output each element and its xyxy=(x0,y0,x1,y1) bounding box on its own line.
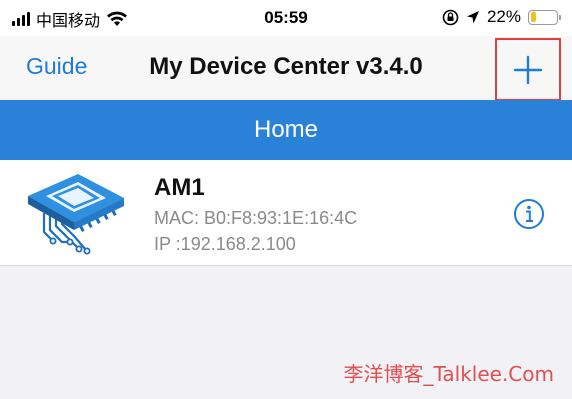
plus-icon xyxy=(513,55,543,84)
orientation-lock-icon xyxy=(442,9,459,25)
page-title: My Device Center v3.4.0 xyxy=(149,53,423,80)
navigation-bar: Guide My Device Center v3.4.0 xyxy=(0,36,572,101)
watermark-text: 李洋博客_Talklee.Com xyxy=(343,362,554,386)
battery-percent: 22% xyxy=(486,7,521,26)
location-icon xyxy=(466,10,479,23)
chip-device-icon xyxy=(28,174,124,255)
device-name: AM1 xyxy=(154,174,205,201)
device-mac: MAC: B0:F8:93:1E:16:4C xyxy=(154,208,358,228)
info-icon[interactable] xyxy=(513,198,545,230)
device-ip: IP :192.168.2.100 xyxy=(154,234,296,254)
home-banner-title: Home xyxy=(253,116,319,143)
home-banner: Home xyxy=(0,100,572,160)
status-bar-right: 22% xyxy=(442,7,561,27)
battery-fill xyxy=(530,12,536,22)
status-bar: 中国移动 05:59 22% xyxy=(0,0,572,36)
battery-icon xyxy=(528,9,561,25)
device-list-item[interactable]: AM1 MAC: B0:F8:93:1E:16:4C IP :192.168.2… xyxy=(0,160,572,266)
add-device-button[interactable] xyxy=(495,38,561,101)
